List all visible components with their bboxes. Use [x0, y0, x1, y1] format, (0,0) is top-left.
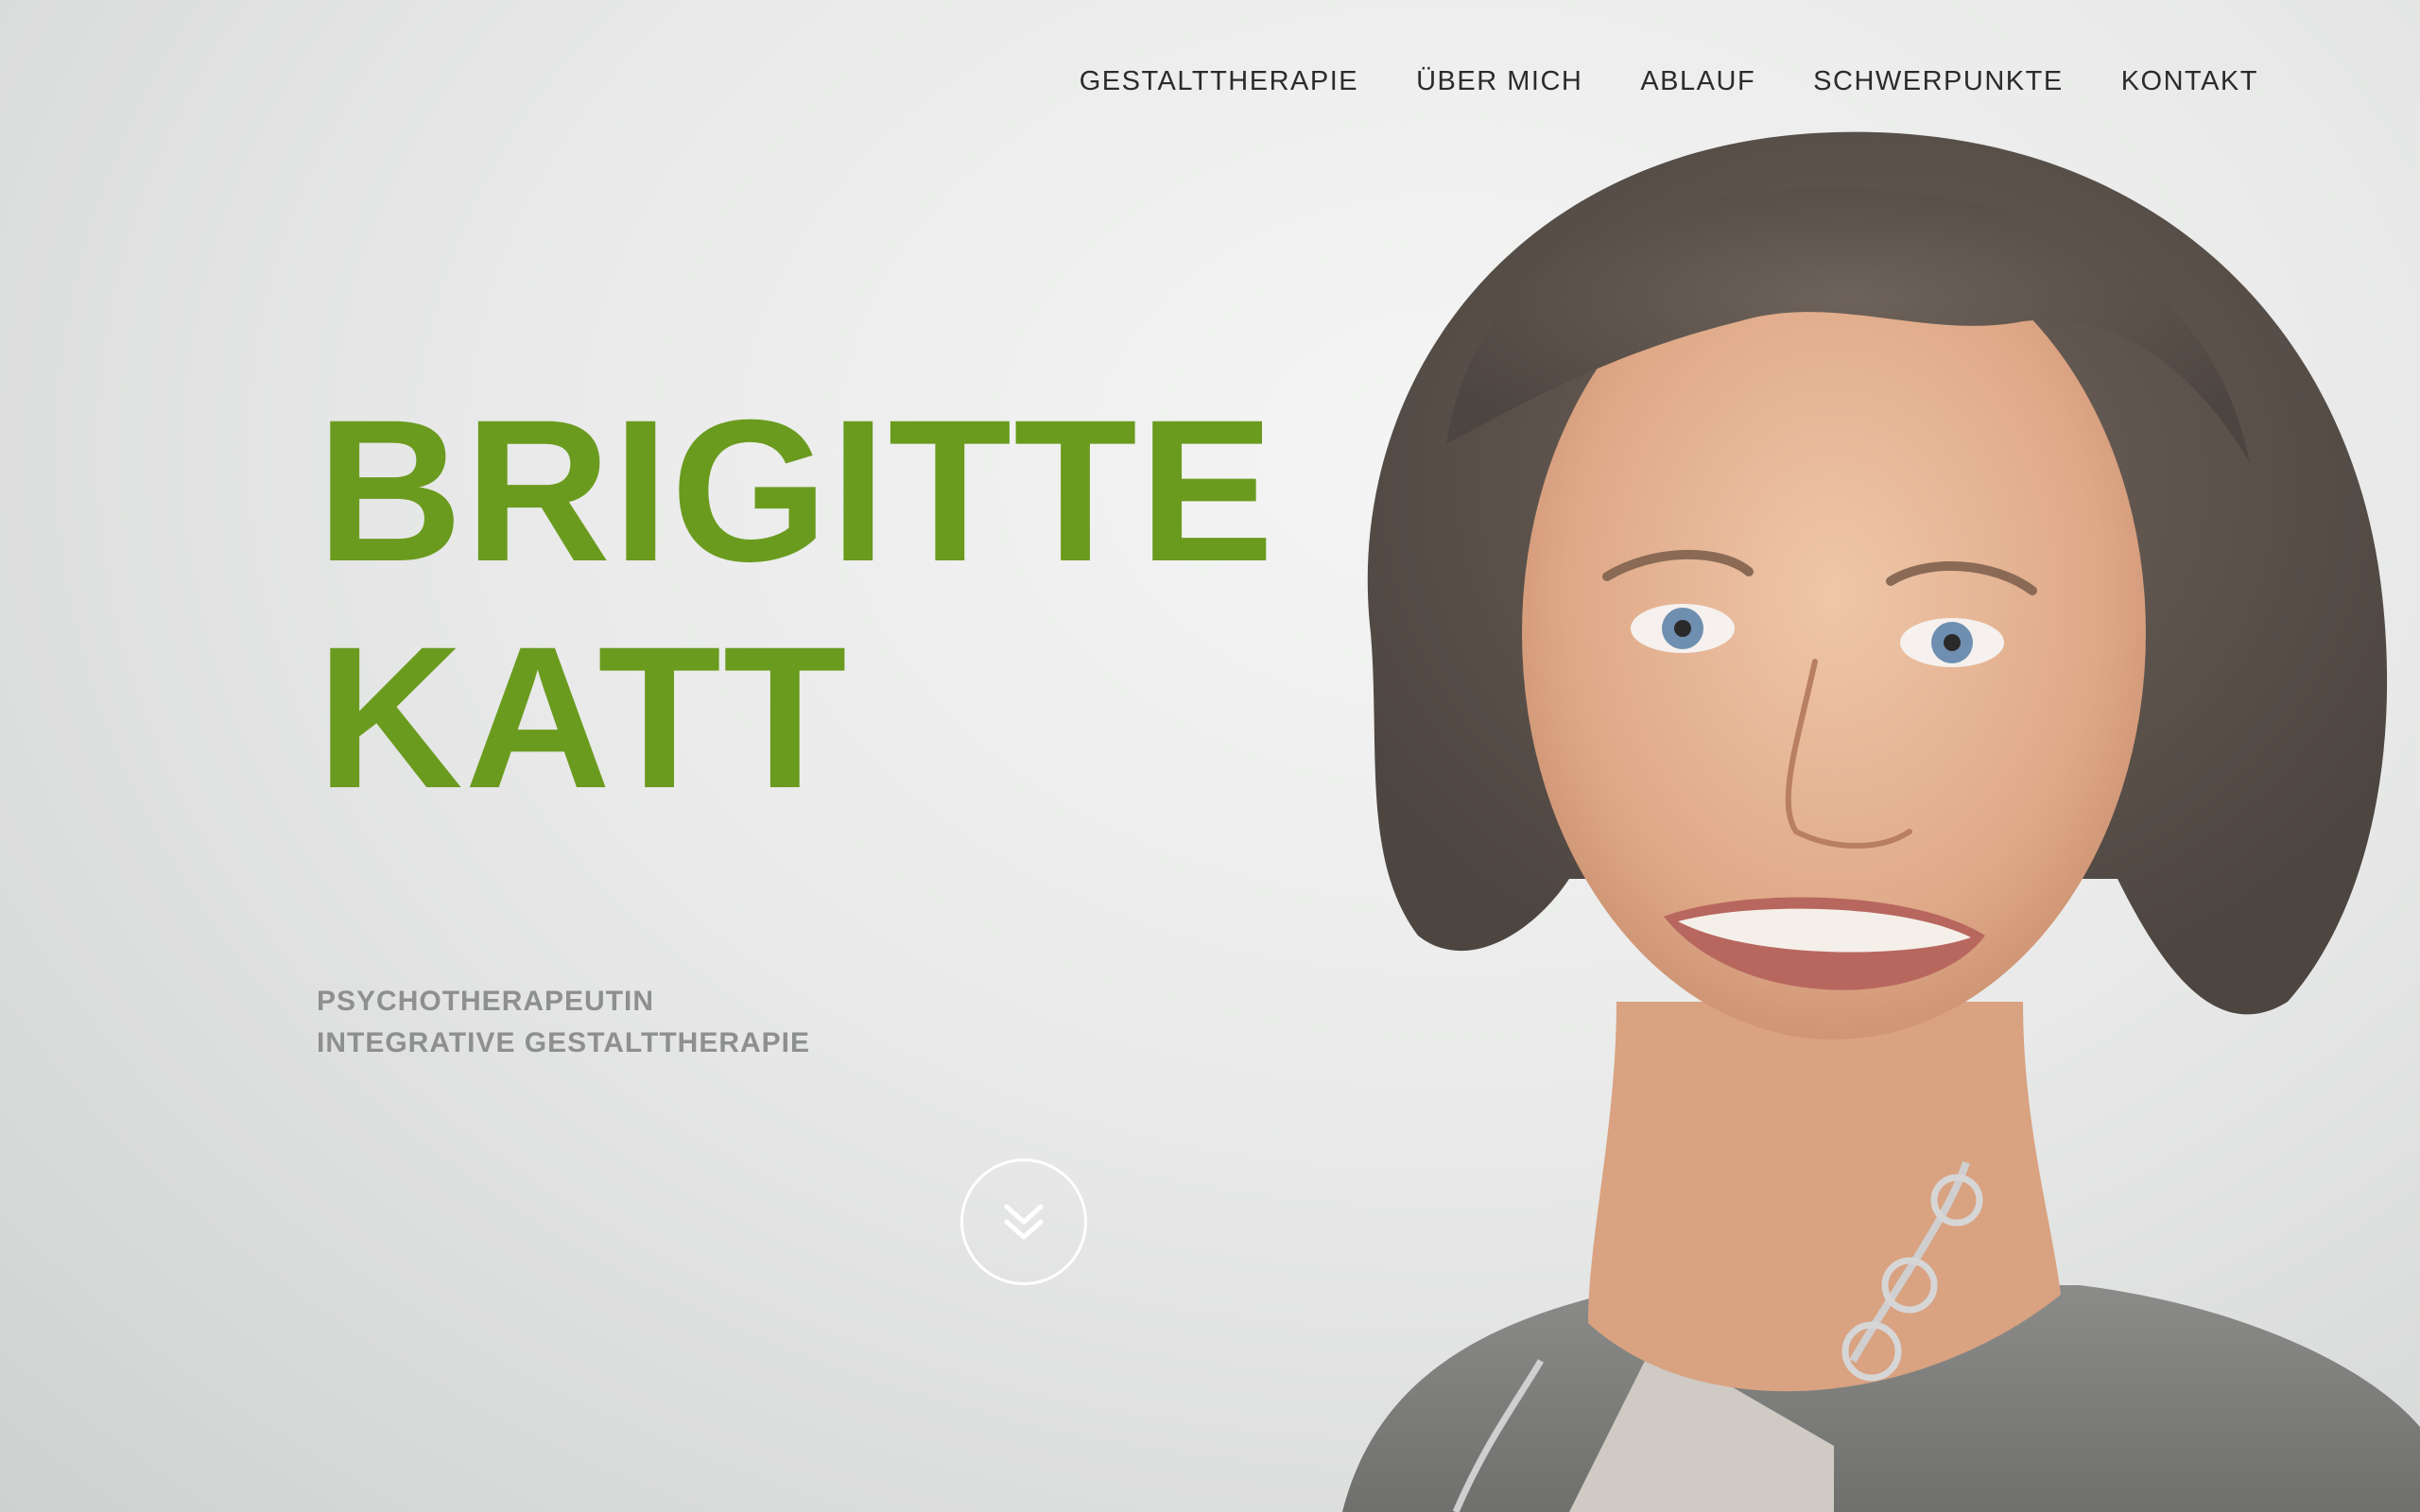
nav-item-ablauf[interactable]: ABLAUF — [1640, 66, 1755, 97]
subtitle-line-1: PSYCHOTHERAPEUTIN — [317, 986, 655, 1017]
last-name: KATT — [317, 605, 849, 831]
nav-item-gestalttherapie[interactable]: GESTALTTHERAPIE — [1080, 66, 1358, 97]
portrait-photo — [1342, 131, 2420, 1512]
subtitle-line-2: INTEGRATIVE GESTALTTHERAPIE — [317, 1027, 811, 1058]
profession-subtitle: PSYCHOTHERAPEUTIN INTEGRATIVE GESTALTTHE… — [317, 981, 810, 1064]
main-navigation: GESTALTTHERAPIE ÜBER MICH ABLAUF SCHWERP… — [1080, 66, 2258, 97]
double-chevron-down-icon — [1004, 1204, 1044, 1240]
scroll-down-button[interactable] — [960, 1159, 1087, 1285]
nav-item-kontakt[interactable]: KONTAKT — [2121, 66, 2258, 97]
nav-item-ueber-mich[interactable]: ÜBER MICH — [1416, 66, 1582, 97]
first-name: BRIGITTE — [317, 378, 1276, 604]
page-title: BRIGITTE KATT — [317, 378, 1276, 832]
hero-section: GESTALTTHERAPIE ÜBER MICH ABLAUF SCHWERP… — [0, 0, 2420, 1512]
nav-item-schwerpunkte[interactable]: SCHWERPUNKTE — [1813, 66, 2064, 97]
